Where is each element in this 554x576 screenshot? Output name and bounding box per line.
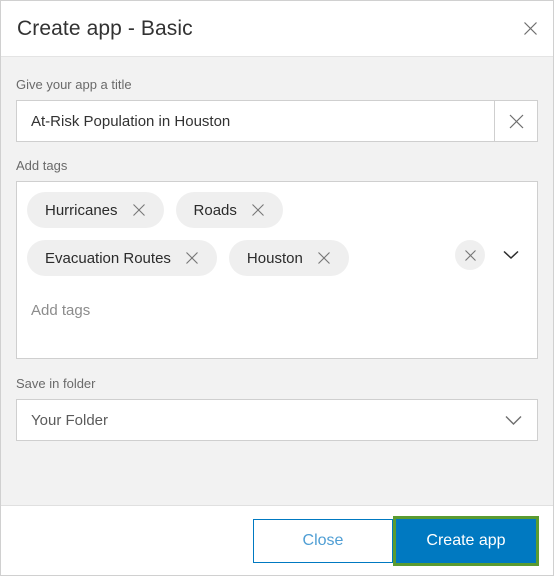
dialog-header: Create app - Basic (1, 1, 553, 57)
tag-item[interactable]: Evacuation Routes (27, 240, 217, 276)
add-tags-input[interactable] (27, 288, 485, 329)
remove-tag-icon[interactable] (126, 197, 152, 223)
create-app-dialog: Create app - Basic Give your app a title… (0, 0, 554, 576)
save-in-folder-select[interactable]: Your Folder (16, 399, 538, 441)
dialog-body: Give your app a title Add tags Hurricane… (1, 57, 553, 505)
chevron-down-icon (501, 408, 525, 432)
title-field-label: Give your app a title (16, 77, 132, 92)
app-title-input[interactable] (17, 101, 494, 141)
folder-selected-value: Your Folder (31, 411, 108, 429)
tag-label: Roads (193, 201, 237, 219)
create-app-button-highlight: Create app (393, 515, 539, 566)
tags-field-label: Add tags (16, 158, 68, 173)
tag-label: Houston (246, 249, 303, 267)
dialog-footer: Close Create app (1, 505, 553, 575)
folder-field-label: Save in folder (16, 376, 96, 391)
tags-container[interactable]: Hurricanes Roads Evacuation Routes Houst… (16, 181, 538, 359)
remove-tag-icon[interactable] (311, 245, 337, 271)
create-app-button[interactable]: Create app (396, 518, 536, 563)
tag-item[interactable]: Roads (175, 192, 283, 228)
remove-tag-icon[interactable] (245, 197, 271, 223)
tag-item[interactable]: Hurricanes (27, 192, 164, 228)
close-button[interactable]: Close (253, 518, 393, 563)
remove-tag-icon[interactable] (179, 245, 205, 271)
close-icon[interactable] (516, 15, 544, 43)
tag-label: Evacuation Routes (45, 249, 171, 267)
title-field-row (16, 100, 538, 142)
chevron-down-icon[interactable] (497, 241, 525, 269)
tag-item[interactable]: Houston (228, 240, 349, 276)
tags-actions (455, 240, 525, 270)
clear-title-icon[interactable] (494, 101, 537, 141)
tag-label: Hurricanes (45, 201, 118, 219)
tag-list: Hurricanes Roads Evacuation Routes Houst… (27, 192, 527, 288)
page-title: Create app - Basic (17, 16, 193, 40)
clear-all-tags-icon[interactable] (455, 240, 485, 270)
